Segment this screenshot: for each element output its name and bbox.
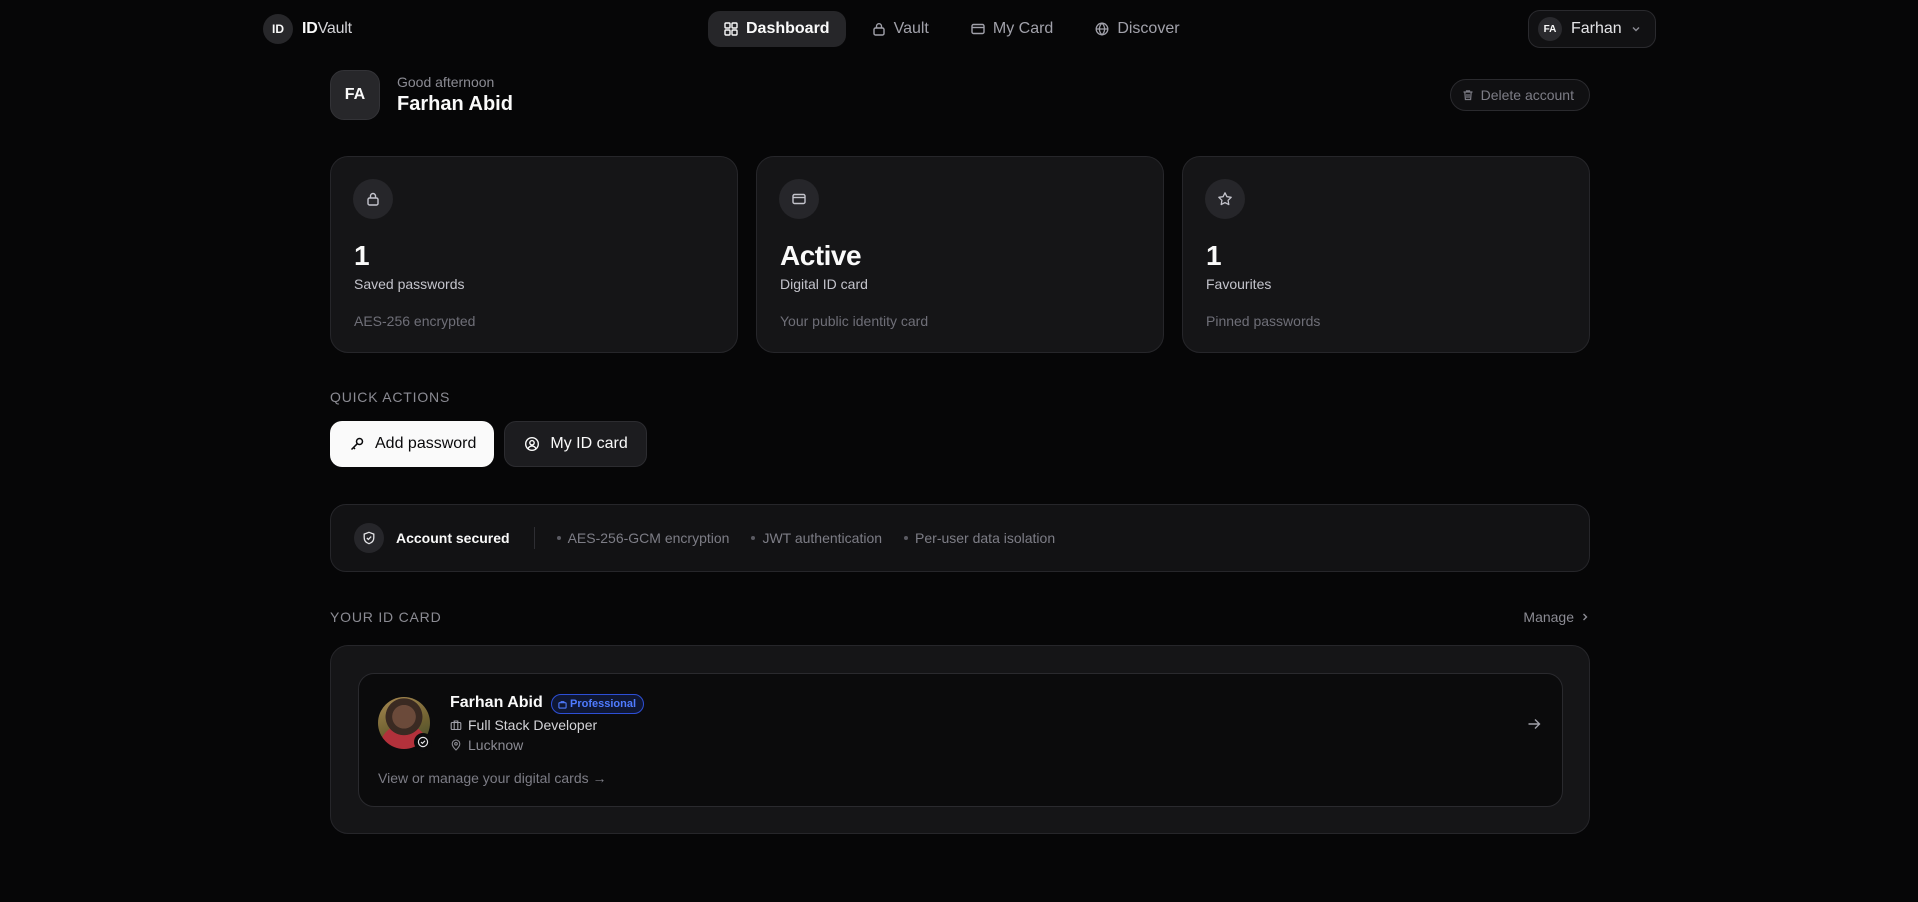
security-feature: JWT authentication xyxy=(751,530,882,546)
security-feature: Per-user data isolation xyxy=(904,530,1055,546)
card-icon xyxy=(779,179,819,219)
delete-account-label: Delete account xyxy=(1480,87,1574,103)
stat-card-passwords[interactable]: 1 Saved passwords AES-256 encrypted xyxy=(330,156,738,353)
card-hint: View or manage your digital cards → xyxy=(378,770,607,786)
user-full-name: Farhan Abid xyxy=(397,93,513,115)
lock-icon xyxy=(872,22,886,36)
chevron-down-icon xyxy=(1631,24,1641,34)
briefcase-icon xyxy=(558,700,567,709)
manage-label: Manage xyxy=(1523,609,1574,625)
role-label: Full Stack Developer xyxy=(468,717,598,733)
stat-note: Pinned passwords xyxy=(1206,313,1321,329)
brand-badge: ID xyxy=(263,14,293,44)
delete-account-button[interactable]: Delete account xyxy=(1449,79,1590,111)
tab-discover[interactable]: Discover xyxy=(1079,11,1195,47)
stat-value: 1 xyxy=(354,240,370,271)
divider xyxy=(533,527,535,549)
security-title: Account secured xyxy=(396,530,510,546)
user-name: Farhan xyxy=(1571,20,1622,37)
greeting-subtitle: Good afternoon xyxy=(397,74,495,90)
avatar: FA xyxy=(1538,17,1562,41)
map-pin-icon xyxy=(450,739,462,751)
brand-logo[interactable]: ID IDVault xyxy=(263,14,352,44)
stat-card-id-card[interactable]: Active Digital ID card Your public ident… xyxy=(756,156,1164,353)
avatar: FA xyxy=(330,70,380,120)
stat-label: Digital ID card xyxy=(780,276,868,292)
security-status-bar: Account secured AES-256-GCM encryption J… xyxy=(330,504,1590,572)
card-holder-name: Farhan Abid xyxy=(450,694,543,711)
tab-dashboard[interactable]: Dashboard xyxy=(708,11,846,47)
my-id-card-label: My ID card xyxy=(550,435,628,452)
manage-link[interactable]: Manage xyxy=(1523,609,1590,625)
main-nav: Dashboard Vault My Card Discover xyxy=(708,11,1196,47)
card-role: Full Stack Developer xyxy=(450,717,597,733)
tab-dashboard-label: Dashboard xyxy=(746,20,830,37)
tab-vault[interactable]: Vault xyxy=(856,11,945,47)
globe-icon xyxy=(1095,22,1109,36)
card-location: Lucknow xyxy=(450,737,523,753)
id-card-panel: Farhan Abid Professional Full Stack Deve… xyxy=(330,645,1590,834)
arrow-right-icon[interactable] xyxy=(1526,716,1542,732)
brand-name: IDVault xyxy=(302,20,352,37)
stat-note: AES-256 encrypted xyxy=(354,313,476,329)
tab-discover-label: Discover xyxy=(1117,20,1180,37)
stat-value: 1 xyxy=(1206,240,1222,271)
greeting-block: FA Good afternoon Farhan Abid xyxy=(330,70,513,120)
tab-my-card[interactable]: My Card xyxy=(955,11,1069,47)
shield-check-icon xyxy=(354,523,384,553)
add-password-label: Add password xyxy=(375,435,477,452)
key-icon xyxy=(349,436,365,452)
quick-actions-heading: QUICK ACTIONS xyxy=(330,389,451,405)
add-password-button[interactable]: Add password xyxy=(330,421,495,467)
my-id-card-button[interactable]: My ID card xyxy=(504,421,647,467)
tab-my-card-label: My Card xyxy=(992,20,1054,37)
id-card-heading: YOUR ID CARD xyxy=(330,609,442,625)
star-icon xyxy=(1205,179,1245,219)
stat-label: Saved passwords xyxy=(354,276,465,292)
security-feature: AES-256-GCM encryption xyxy=(557,530,730,546)
verified-check-icon xyxy=(414,733,432,751)
quick-actions: Add password My ID card xyxy=(330,421,647,467)
lock-icon xyxy=(353,179,393,219)
user-circle-icon xyxy=(524,436,540,452)
location-label: Lucknow xyxy=(468,737,524,753)
card-icon xyxy=(971,22,985,36)
stat-value: Active xyxy=(780,240,862,271)
stats-row: 1 Saved passwords AES-256 encrypted Acti… xyxy=(330,156,1590,353)
tab-vault-label: Vault xyxy=(893,20,929,37)
grid-icon xyxy=(724,22,738,36)
status-badge: Professional xyxy=(551,694,645,714)
briefcase-icon xyxy=(450,719,462,731)
trash-icon xyxy=(1462,89,1474,101)
stat-label: Favourites xyxy=(1206,276,1272,292)
id-card-preview[interactable]: Farhan Abid Professional Full Stack Deve… xyxy=(358,673,1563,807)
chevron-right-icon xyxy=(1580,612,1590,622)
badge-label: Professional xyxy=(570,698,637,710)
top-navbar: ID IDVault Dashboard Vault My Card Disco… xyxy=(0,0,1918,56)
user-menu-button[interactable]: FA Farhan xyxy=(1528,10,1656,48)
stat-card-favourites[interactable]: 1 Favourites Pinned passwords xyxy=(1182,156,1590,353)
stat-note: Your public identity card xyxy=(780,313,929,329)
